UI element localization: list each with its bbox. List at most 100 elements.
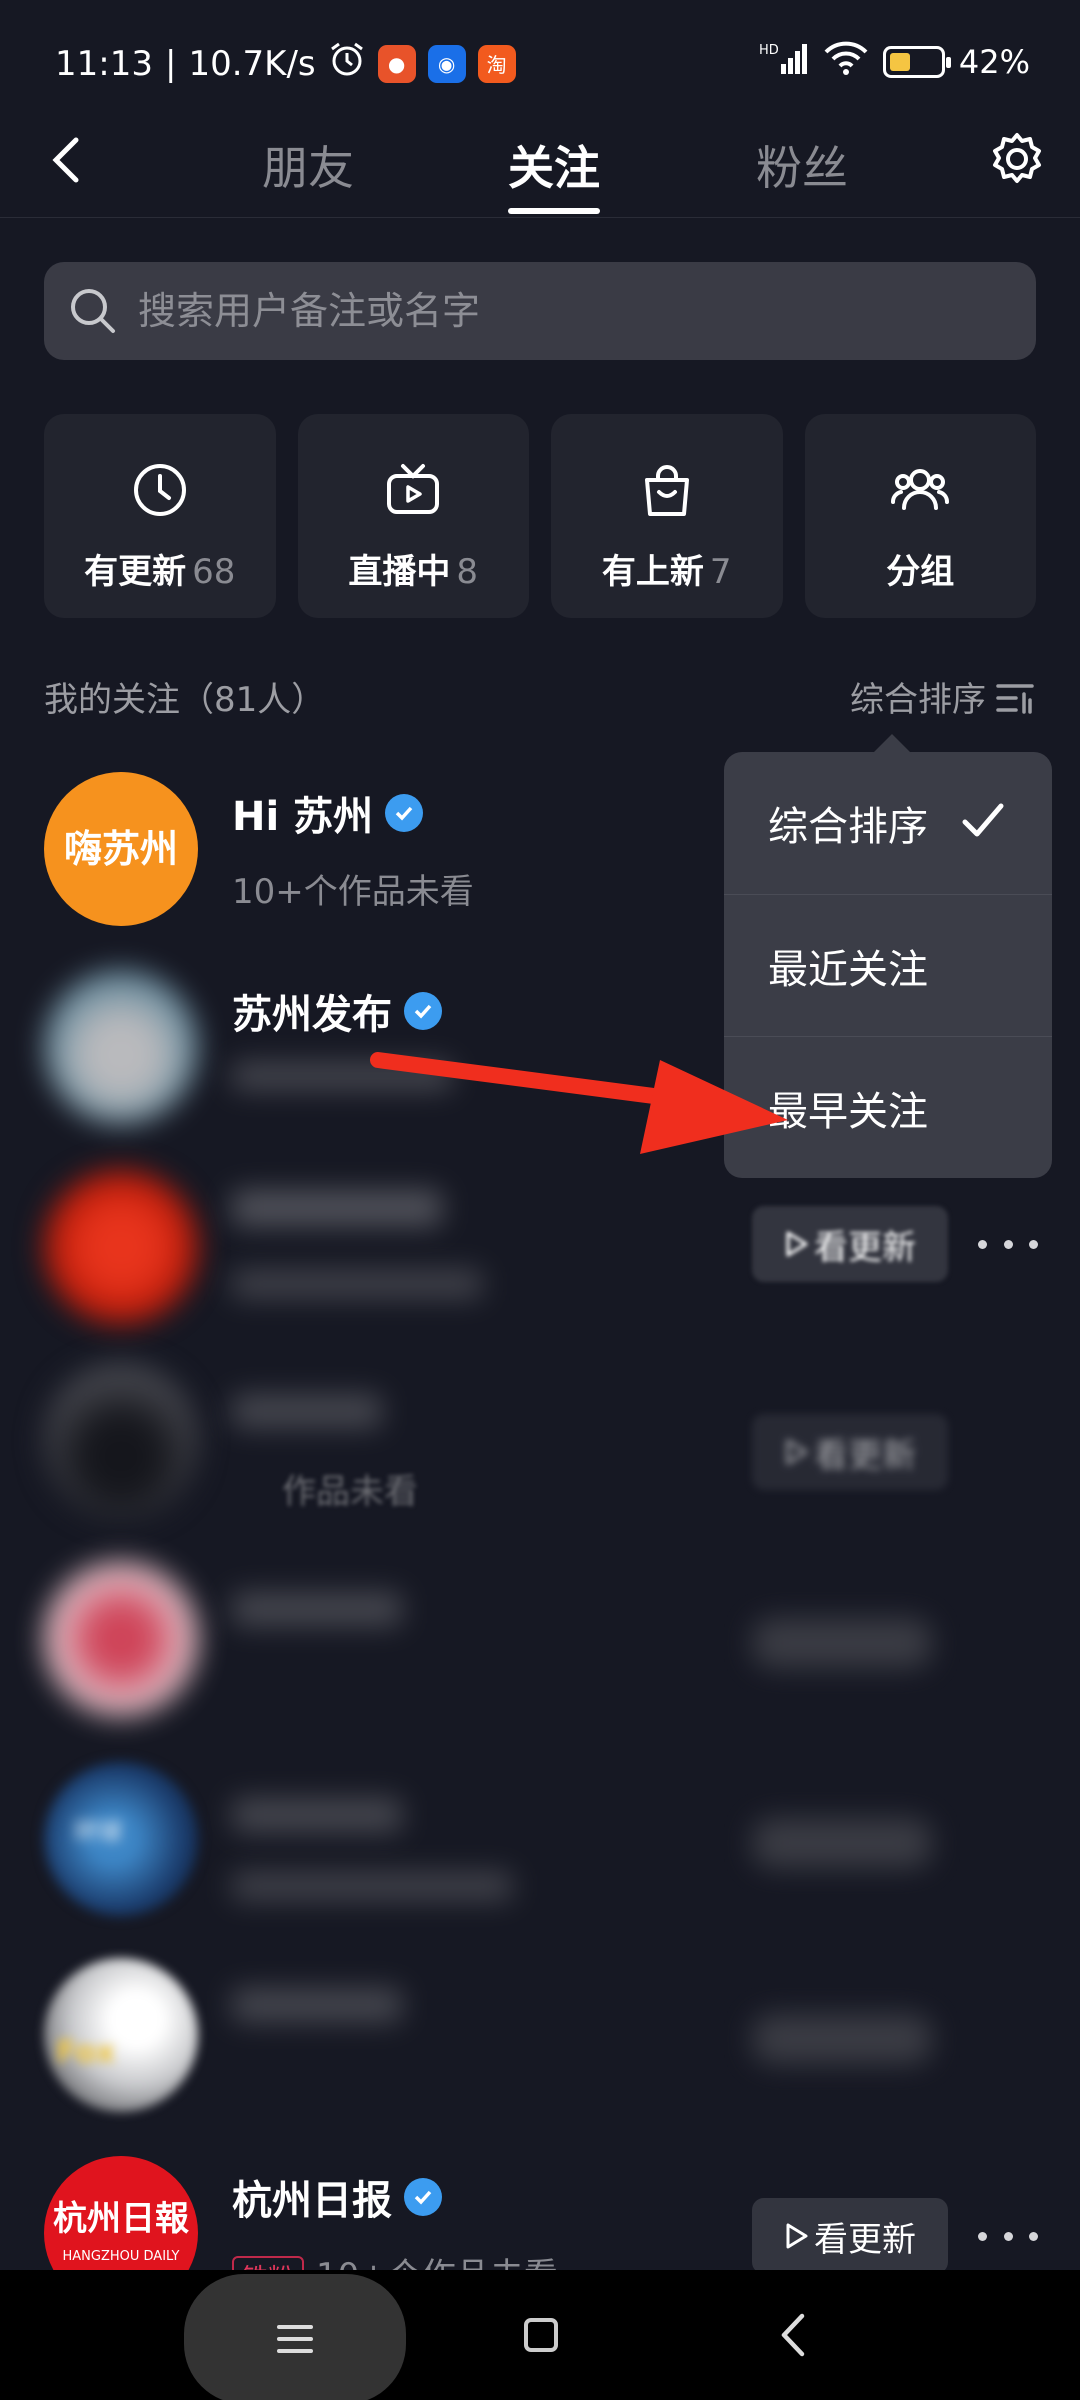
verified-badge-icon [404, 2178, 442, 2216]
tab-fans[interactable]: 粉丝 [756, 132, 848, 198]
network-speed: 10.7K/s [188, 43, 316, 84]
status-time: 11:13 [55, 43, 153, 84]
user-name: 杭州日报 [232, 2178, 392, 2224]
gear-icon [993, 133, 1041, 183]
following-row[interactable]: 作品未看 看更新 [0, 1364, 1080, 1560]
tab-following[interactable]: 关注 [508, 132, 600, 198]
status-separator: | [164, 43, 177, 84]
filter-label: 分组 [886, 552, 955, 592]
verified-badge-icon [385, 794, 424, 832]
view-updates-button[interactable] [752, 1818, 932, 1868]
battery-level [889, 53, 910, 71]
filter-has-updates[interactable]: 有更新 68 [44, 414, 276, 618]
system-nav-bar [0, 2270, 1080, 2400]
following-list-header: 我的关注（81人） 综合排序 [44, 672, 1036, 722]
view-updates-button[interactable]: 看更新 [752, 2198, 948, 2274]
user-name-blurred [232, 1988, 402, 2022]
filter-count: 68 [192, 552, 236, 592]
following-row[interactable]: 环球 [0, 1762, 1080, 1958]
back-button[interactable] [40, 130, 100, 190]
filter-label: 直播中 [348, 552, 451, 592]
filter-count: 7 [709, 552, 732, 592]
view-updates-button[interactable] [752, 1618, 932, 1668]
following-row[interactable]: 看更新 [0, 1170, 1080, 1366]
view-updates-button[interactable] [752, 2014, 932, 2064]
play-icon [786, 2223, 808, 2249]
home-button[interactable] [524, 2318, 558, 2352]
annotation-arrow-icon [370, 1052, 788, 1154]
sort-option-label: 综合排序 [768, 804, 928, 850]
view-updates-button[interactable]: 看更新 [752, 1206, 948, 1282]
app-notification-icon: ◉ [427, 44, 466, 83]
search-icon [71, 289, 115, 333]
avatar-logo-text: Fox [56, 2035, 115, 2070]
user-name-blurred [232, 1798, 402, 1832]
view-updates-label: 看更新 [814, 1435, 916, 1476]
status-bar: 11:13 | 10.7K/s ● ◉ 淘 HD 42% [0, 0, 1080, 125]
user-subtitle-blurred [232, 1872, 512, 1900]
avatar-logo-text: 环球 [74, 1818, 122, 1846]
check-icon [962, 803, 1004, 837]
verified-badge-icon [404, 992, 442, 1030]
user-name: Hi 苏州 [232, 794, 374, 840]
avatar[interactable] [44, 1364, 198, 1518]
more-options-button[interactable] [978, 2216, 1038, 2256]
menu-icon [277, 2325, 313, 2353]
back-triangle-icon[interactable] [774, 2310, 814, 2360]
tab-friends[interactable]: 朋友 [262, 132, 354, 198]
sort-icon[interactable] [994, 678, 1036, 718]
user-name-blurred [232, 1592, 402, 1626]
search-input[interactable] [138, 289, 998, 333]
view-updates-button[interactable]: 看更新 [752, 1414, 948, 1490]
battery-icon [882, 46, 951, 78]
following-row[interactable] [0, 1562, 1080, 1758]
avatar[interactable] [44, 1562, 198, 1716]
clock-icon [133, 464, 186, 516]
filter-groups[interactable]: 分组 [804, 414, 1036, 618]
avatar[interactable]: 嗨苏州 [44, 772, 198, 926]
view-updates-label: 看更新 [814, 2219, 916, 2260]
avatar-logo-text: 杭州日報 [53, 2199, 189, 2239]
settings-button[interactable] [984, 126, 1050, 192]
group-icon [891, 469, 950, 510]
avatar-logo-subtext: HANGZHOU DAILY [63, 2249, 180, 2264]
svg-text:HD: HD [759, 43, 779, 58]
view-updates-label: 看更新 [814, 1227, 916, 1268]
chevron-left-icon [52, 137, 79, 183]
filter-label: 有上新 [601, 552, 704, 592]
battery-percent: 42% [958, 43, 1030, 81]
signal-icon: HD [759, 40, 809, 84]
more-options-button[interactable] [978, 1224, 1038, 1264]
tv-icon [387, 464, 440, 514]
filter-count: 8 [456, 552, 479, 592]
alarm-icon [328, 40, 366, 87]
sort-option-recent[interactable]: 最近关注 [724, 894, 1052, 1036]
wifi-icon [823, 40, 869, 84]
status-right: HD 42% [759, 40, 1030, 84]
filter-live[interactable]: 直播中 8 [297, 414, 529, 618]
user-name-blurred [232, 1394, 382, 1428]
filter-label: 有更新 [84, 552, 187, 592]
active-tab-indicator [508, 208, 600, 214]
sort-button[interactable]: 综合排序 [850, 672, 986, 721]
avatar[interactable] [44, 1170, 198, 1324]
following-count-title: 我的关注（81人） [44, 680, 326, 720]
avatar[interactable] [44, 970, 198, 1124]
filter-new-products[interactable]: 有上新 7 [551, 414, 783, 618]
recent-apps-button[interactable] [184, 2274, 406, 2400]
taobao-icon: 淘 [477, 44, 516, 83]
avatar-logo-text: 嗨苏州 [64, 827, 178, 871]
user-subtitle: 10+个作品未看 [232, 872, 474, 912]
sort-option-label: 最近关注 [768, 946, 928, 993]
play-icon [786, 1231, 808, 1257]
following-row[interactable]: Fox [0, 1958, 1080, 2154]
user-name-blurred [232, 1190, 442, 1226]
play-icon [786, 1439, 808, 1465]
search-bar[interactable] [44, 262, 1036, 360]
status-left: 11:13 | 10.7K/s ● ◉ 淘 [55, 40, 516, 87]
avatar[interactable]: Fox [44, 1958, 198, 2112]
sort-option-comprehensive[interactable]: 综合排序 [724, 752, 1052, 894]
quick-filter-row: 有更新 68 直播中 8 有上新 7 分组 [44, 414, 1036, 618]
bag-icon [644, 465, 689, 516]
avatar[interactable]: 环球 [44, 1762, 198, 1916]
